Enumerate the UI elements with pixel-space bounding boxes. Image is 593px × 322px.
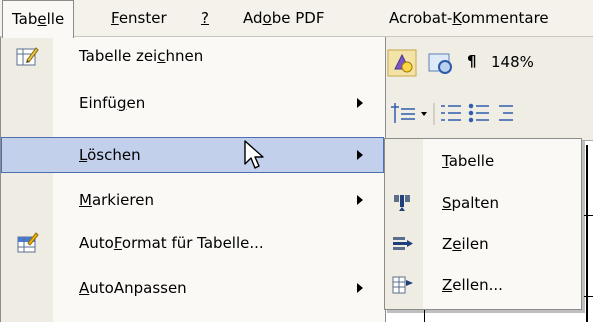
- submenu-arrow-icon: [357, 195, 363, 205]
- draw-table-icon: [16, 47, 39, 66]
- submenu-item-label: Spalten: [442, 194, 500, 212]
- menu-help[interactable]: ?: [192, 0, 218, 36]
- submenu-item-spalten[interactable]: Spalten: [385, 183, 581, 223]
- table-border: [584, 296, 593, 297]
- menu-item-label: Einfügen: [79, 94, 146, 112]
- submenu-item-tabelle[interactable]: Tabelle: [385, 141, 581, 181]
- mouse-cursor-icon: [244, 140, 264, 169]
- menu-item-tabelle-zeichnen[interactable]: Tabelle zeichnen: [1, 38, 384, 74]
- research-button[interactable]: [387, 49, 417, 77]
- toolbar-area: ¶ 148%: [383, 37, 593, 144]
- submenu-item-label: Zellen...: [442, 276, 503, 294]
- delete-columns-icon: [394, 195, 410, 211]
- pilcrow-button[interactable]: ¶: [467, 52, 477, 70]
- tabelle-menu: Tabelle zeichnen Einfügen Löschen Markie…: [0, 37, 386, 322]
- menu-fenster[interactable]: Fenster: [102, 0, 176, 36]
- menu-item-markieren[interactable]: Markieren: [1, 182, 384, 218]
- menu-item-label: Löschen: [79, 146, 141, 164]
- delete-rows-icon: [393, 237, 413, 250]
- submenu-item-label: Tabelle: [442, 152, 495, 170]
- menu-item-autoformat[interactable]: AutoFormat für Tabelle...: [1, 225, 384, 261]
- table-border: [584, 215, 593, 216]
- submenu-arrow-icon: [357, 150, 363, 160]
- menu-item-label: AutoFormat für Tabelle...: [79, 234, 264, 252]
- menu-item-autoanpassen[interactable]: AutoAnpassen: [1, 270, 384, 306]
- document-map-button[interactable]: [425, 49, 455, 77]
- menu-bar: Tabelle Fenster ? Adobe PDF Acrobat-Komm…: [0, 0, 593, 38]
- document-map-icon: [428, 53, 452, 74]
- menu-item-label: AutoAnpassen: [79, 279, 187, 297]
- zoom-box[interactable]: 148%: [491, 53, 534, 71]
- submenu-item-zellen[interactable]: Zellen...: [385, 265, 581, 305]
- menu-item-einfuegen[interactable]: Einfügen: [1, 85, 384, 121]
- submenu-arrow-icon: [357, 283, 363, 293]
- loeschen-submenu: Tabelle Spalten Zeilen Zellen...: [384, 138, 582, 310]
- submenu-arrow-icon: [357, 98, 363, 108]
- delete-cells-icon: [392, 276, 413, 294]
- format-toolbar-icons: [391, 103, 513, 125]
- menu-tabelle[interactable]: Tabelle: [2, 0, 75, 38]
- autoformat-icon: [17, 232, 39, 253]
- menu-item-label: Tabelle zeichnen: [79, 47, 204, 65]
- menu-acrobat-kommentare[interactable]: Acrobat-Kommentare: [380, 0, 558, 36]
- submenu-item-zeilen[interactable]: Zeilen: [385, 224, 581, 264]
- submenu-item-label: Zeilen: [442, 235, 489, 253]
- menu-item-label: Markieren: [79, 191, 154, 209]
- menu-adobe-pdf[interactable]: Adobe PDF: [234, 0, 333, 36]
- research-icon: [387, 49, 417, 77]
- menu-item-loeschen[interactable]: Löschen: [1, 137, 384, 173]
- word-window: Tabelle Fenster ? Adobe PDF Acrobat-Komm…: [0, 0, 593, 322]
